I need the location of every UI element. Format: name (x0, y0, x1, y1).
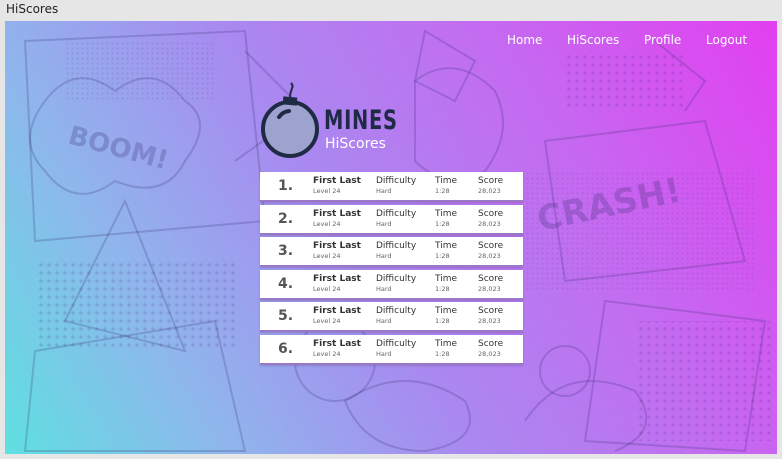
window-title: HiScores (0, 0, 782, 20)
player-name: First Last (313, 208, 361, 219)
rank-number: 3. (278, 243, 294, 260)
score-label: Score (478, 306, 504, 317)
hiscores-list: 1. First Last Level 24 Difficulty Hard Time 1:… (260, 172, 523, 368)
difficulty-value: Hard (376, 219, 392, 228)
rank-number: 1. (278, 178, 294, 194)
difficulty-cell: Difficulty Hard (376, 339, 416, 358)
score-cell: Score 28,023 (478, 241, 503, 260)
player-cell: First Last Level 24 (313, 339, 361, 358)
time-label: Time (435, 273, 458, 284)
time-cell: Time 1:28 (435, 306, 457, 325)
player-cell: First Last Level 24 (313, 176, 361, 195)
score-value: 28,023 (478, 252, 501, 261)
score-cell: Score 28,023 (478, 209, 503, 228)
time-label: Time (435, 208, 458, 219)
score-value: 28,023 (478, 219, 501, 228)
difficulty-cell: Difficulty Hard (376, 306, 416, 325)
hiscore-row: 4. First Last Level 24 Difficulty Hard Time 1:… (260, 269, 523, 300)
score-label: Score (478, 208, 504, 219)
rank-number: 2. (278, 210, 294, 227)
hiscore-row: 6. First Last Level 24 Difficulty Hard Time 1:… (260, 334, 523, 365)
difficulty-value: Hard (376, 349, 392, 358)
time-value: 1:28 (435, 284, 450, 293)
score-cell: Score 28,023 (478, 339, 503, 358)
score-label: Score (478, 176, 504, 186)
time-cell: Time 1:28 (435, 241, 457, 260)
app-viewport: BOOM! CRASH! Home HiScores Profile Logou… (5, 21, 777, 454)
difficulty-value: Hard (376, 284, 392, 293)
nav-logout-link[interactable]: Logout (706, 33, 747, 47)
difficulty-value: Hard (376, 187, 392, 195)
difficulty-cell: Difficulty Hard (376, 209, 416, 228)
player-name: First Last (313, 176, 361, 186)
score-cell: Score 28,023 (478, 274, 503, 293)
difficulty-cell: Difficulty Hard (376, 176, 416, 195)
player-name: First Last (313, 241, 361, 252)
time-label: Time (435, 176, 458, 186)
player-name: First Last (313, 338, 361, 349)
player-name: First Last (313, 273, 361, 284)
nav-hiscores-link[interactable]: HiScores (567, 33, 619, 47)
player-level: Level 24 (313, 317, 341, 326)
difficulty-label: Difficulty (376, 208, 417, 219)
time-cell: Time 1:28 (435, 176, 457, 195)
time-label: Time (435, 241, 458, 252)
score-value: 28,023 (478, 317, 501, 326)
rank-number: 5. (278, 308, 294, 325)
score-label: Score (478, 273, 504, 284)
logo-mines-text: MINES (324, 105, 398, 136)
player-level: Level 24 (313, 284, 341, 293)
difficulty-label: Difficulty (376, 273, 417, 284)
time-label: Time (435, 338, 458, 349)
time-label: Time (435, 306, 458, 317)
player-level: Level 24 (313, 219, 341, 228)
difficulty-cell: Difficulty Hard (376, 241, 416, 260)
score-label: Score (478, 241, 504, 252)
time-value: 1:28 (435, 349, 450, 358)
player-cell: First Last Level 24 (313, 306, 361, 325)
difficulty-value: Hard (376, 252, 392, 261)
difficulty-label: Difficulty (376, 338, 417, 349)
player-name: First Last (313, 306, 361, 317)
logo-hiscores-text: HiScores (325, 136, 386, 152)
player-cell: First Last Level 24 (313, 274, 361, 293)
rank-number: 6. (278, 340, 294, 357)
hiscore-row: 1. First Last Level 24 Difficulty Hard Time 1:… (260, 172, 523, 202)
difficulty-label: Difficulty (376, 176, 417, 186)
score-value: 28,023 (478, 187, 501, 195)
time-value: 1:28 (435, 317, 450, 326)
time-value: 1:28 (435, 187, 450, 195)
player-level: Level 24 (313, 349, 341, 358)
time-cell: Time 1:28 (435, 274, 457, 293)
nav-home-link[interactable]: Home (507, 33, 542, 47)
hiscore-row: 5. First Last Level 24 Difficulty Hard Time 1:… (260, 302, 523, 333)
hiscore-row: 2. First Last Level 24 Difficulty Hard Time 1:… (260, 204, 523, 235)
mines-logo: MINES HiScores (261, 81, 401, 161)
hiscore-row: 3. First Last Level 24 Difficulty Hard Time 1:… (260, 237, 523, 268)
boom-text: BOOM! (65, 121, 171, 176)
score-value: 28,023 (478, 284, 501, 293)
score-cell: Score 28,023 (478, 306, 503, 325)
difficulty-label: Difficulty (376, 241, 417, 252)
score-value: 28,023 (478, 349, 501, 358)
bomb-icon (261, 82, 319, 158)
difficulty-value: Hard (376, 317, 392, 326)
rank-number: 4. (278, 275, 294, 292)
player-level: Level 24 (313, 252, 341, 261)
player-cell: First Last Level 24 (313, 209, 361, 228)
player-level: Level 24 (313, 187, 341, 195)
difficulty-label: Difficulty (376, 306, 417, 317)
score-cell: Score 28,023 (478, 176, 503, 195)
time-cell: Time 1:28 (435, 209, 457, 228)
nav-profile-link[interactable]: Profile (644, 33, 681, 47)
player-cell: First Last Level 24 (313, 241, 361, 260)
difficulty-cell: Difficulty Hard (376, 274, 416, 293)
time-value: 1:28 (435, 219, 450, 228)
time-cell: Time 1:28 (435, 339, 457, 358)
time-value: 1:28 (435, 252, 450, 261)
score-label: Score (478, 338, 504, 349)
